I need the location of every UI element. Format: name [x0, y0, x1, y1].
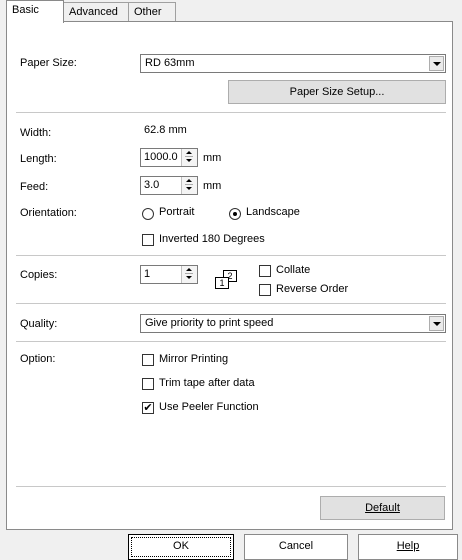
ok-button[interactable]: OK: [128, 534, 234, 560]
length-label: Length:: [20, 153, 57, 165]
separator: [16, 255, 446, 256]
portrait-radio[interactable]: [142, 208, 154, 220]
default-button-label: Default: [365, 502, 400, 514]
peeler-function-label[interactable]: Use Peeler Function: [159, 401, 259, 413]
reverse-order-checkbox[interactable]: [259, 284, 271, 296]
basic-settings-panel: Paper Size: RD 63mm Paper Size Setup... …: [6, 21, 453, 530]
paper-size-label: Paper Size:: [20, 57, 77, 69]
copies-spinbox[interactable]: 1: [140, 265, 198, 284]
length-input[interactable]: 1000.0: [144, 151, 178, 163]
paper-size-value: RD 63mm: [145, 57, 195, 69]
copies-input[interactable]: 1: [144, 268, 150, 280]
mirror-printing-label[interactable]: Mirror Printing: [159, 353, 228, 365]
tab-other-label: Other: [134, 6, 162, 18]
help-button[interactable]: Help: [358, 534, 458, 560]
spin-down-icon[interactable]: [185, 275, 193, 282]
tab-basic-label: Basic: [12, 4, 39, 16]
length-unit: mm: [203, 152, 222, 164]
collate-label[interactable]: Collate: [276, 264, 310, 276]
inverted-checkbox[interactable]: [142, 234, 154, 246]
tab-advanced-label: Advanced: [69, 6, 118, 18]
spin-down-icon[interactable]: [185, 158, 193, 165]
width-label: Width:: [20, 127, 52, 139]
default-button[interactable]: Default: [320, 496, 445, 520]
reverse-order-label[interactable]: Reverse Order: [276, 283, 348, 295]
chevron-down-icon[interactable]: [429, 56, 444, 71]
trim-tape-checkbox[interactable]: [142, 378, 154, 390]
paper-size-dropdown[interactable]: RD 63mm: [140, 54, 446, 73]
feed-input[interactable]: 3.0: [144, 179, 159, 191]
orientation-label: Orientation:: [20, 207, 77, 219]
paper-size-setup-button[interactable]: Paper Size Setup...: [228, 80, 446, 104]
feed-stepper[interactable]: [181, 177, 197, 194]
separator: [16, 341, 446, 342]
copies-label: Copies:: [20, 269, 58, 281]
quality-value: Give priority to print speed: [145, 317, 274, 329]
option-label: Option:: [20, 353, 56, 365]
feed-unit: mm: [203, 180, 222, 192]
separator: [16, 303, 446, 304]
feed-spinbox[interactable]: 3.0: [140, 176, 198, 195]
spin-up-icon[interactable]: [185, 267, 193, 274]
copies-stepper[interactable]: [181, 266, 197, 283]
tab-advanced[interactable]: Advanced: [63, 2, 129, 22]
separator: [16, 486, 446, 487]
cancel-button[interactable]: Cancel: [244, 534, 348, 560]
page-1-icon: 1: [215, 277, 229, 289]
spin-up-icon[interactable]: [185, 178, 193, 185]
landscape-radio[interactable]: [229, 208, 241, 220]
collate-pages-icon: 2 1: [207, 270, 247, 294]
inverted-label[interactable]: Inverted 180 Degrees: [159, 233, 265, 245]
tab-other[interactable]: Other: [128, 2, 176, 22]
landscape-label[interactable]: Landscape: [246, 206, 300, 218]
mirror-printing-checkbox[interactable]: [142, 354, 154, 366]
length-spinbox[interactable]: 1000.0: [140, 148, 198, 167]
width-value: 62.8 mm: [144, 124, 187, 136]
trim-tape-label[interactable]: Trim tape after data: [159, 377, 255, 389]
tab-basic[interactable]: Basic: [6, 0, 64, 23]
feed-label: Feed:: [20, 181, 49, 193]
quality-label: Quality:: [20, 318, 58, 330]
quality-dropdown[interactable]: Give priority to print speed: [140, 314, 446, 333]
portrait-label[interactable]: Portrait: [159, 206, 194, 218]
length-stepper[interactable]: [181, 149, 197, 166]
separator: [16, 112, 446, 113]
peeler-function-checkbox[interactable]: ✔: [142, 402, 154, 414]
chevron-down-icon[interactable]: [429, 316, 444, 331]
help-button-label: Help: [396, 540, 420, 552]
spin-up-icon[interactable]: [185, 150, 193, 157]
collate-checkbox[interactable]: [259, 265, 271, 277]
spin-down-icon[interactable]: [185, 186, 193, 193]
